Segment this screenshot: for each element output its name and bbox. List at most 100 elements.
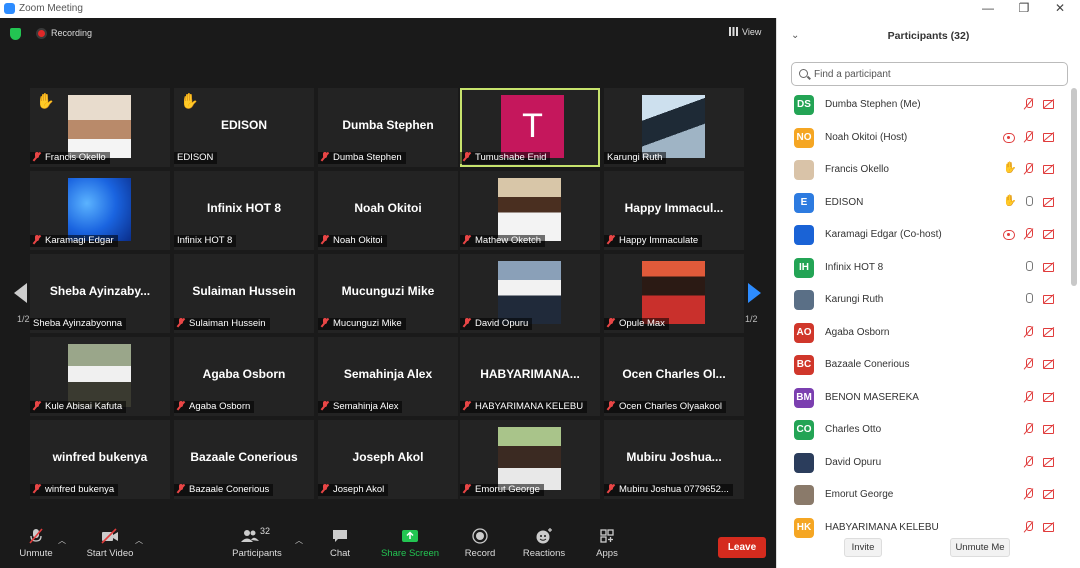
tile-name-label: Emorut George <box>460 484 544 496</box>
video-tile[interactable]: HABYARIMANA... HABYARIMANA KELEBU <box>460 337 600 416</box>
participant-name: HABYARIMANA KELEBU <box>825 521 939 533</box>
tile-name-label: Kule Abisai Kafuta <box>30 401 127 413</box>
participant-row[interactable]: CO Charles Otto <box>791 413 1061 445</box>
invite-button[interactable]: Invite <box>844 538 882 557</box>
search-icon <box>799 69 808 78</box>
video-tile[interactable]: Happy Immacul... Happy Immaculate <box>604 171 744 250</box>
record-button[interactable]: Record <box>464 528 496 559</box>
close-button[interactable]: ✕ <box>1050 1 1070 15</box>
video-tile[interactable]: Infinix HOT 8 Infinix HOT 8 <box>174 171 314 250</box>
video-tile[interactable]: Kule Abisai Kafuta <box>30 337 170 416</box>
tile-name-label: Sulaiman Hussein <box>174 318 270 330</box>
tile-name-text: winfred bukenya <box>45 484 115 495</box>
video-tile[interactable]: Bazaale Conerious Bazaale Conerious <box>174 420 314 499</box>
participant-row[interactable]: HK HABYARIMANA KELEBU <box>791 511 1061 543</box>
video-tile[interactable]: Semahinja Alex Semahinja Alex <box>318 337 458 416</box>
next-page-arrow-icon[interactable] <box>748 283 761 303</box>
video-tile[interactable]: ✋ Francis Okello <box>30 88 170 167</box>
video-tile[interactable]: Ocen Charles Ol... Ocen Charles Olyaakool <box>604 337 744 416</box>
video-tile[interactable]: Karungi Ruth <box>604 88 744 167</box>
participant-name: Bazaale Conerious <box>825 359 910 370</box>
participant-video-image <box>498 427 561 490</box>
muted-mic-icon <box>1023 520 1035 533</box>
leave-button[interactable]: Leave <box>718 537 766 558</box>
tile-name-label: David Opuru <box>460 318 533 330</box>
start-video-button[interactable]: Start Video <box>84 528 136 559</box>
muted-mic-icon <box>33 401 41 410</box>
muted-mic-icon <box>607 401 615 410</box>
video-tile[interactable]: Mathew Oketch <box>460 171 600 250</box>
tile-display-name: Ocen Charles Ol... <box>622 367 726 381</box>
participant-row[interactable]: E EDISON ✋ <box>791 186 1061 218</box>
raised-hand-icon: ✋ <box>1003 162 1017 174</box>
audio-options-caret-icon[interactable]: ︿ <box>58 535 66 546</box>
unmute-button[interactable]: Unmute <box>14 528 58 559</box>
participant-row[interactable]: BC Bazaale Conerious <box>791 348 1061 380</box>
video-tile[interactable]: T Tumushabe Enid <box>460 88 600 167</box>
unmute-label: Unmute <box>19 548 53 559</box>
unmute-me-button[interactable]: Unmute Me <box>950 538 1010 557</box>
security-shield-icon[interactable] <box>10 28 21 40</box>
participant-name: Infinix HOT 8 <box>825 261 884 273</box>
video-tile[interactable]: Karamagi Edgar <box>30 171 170 250</box>
participant-row[interactable]: BM BENON MASEREKA <box>791 381 1061 413</box>
participant-row[interactable]: David Opuru <box>791 446 1061 478</box>
video-tile[interactable]: Joseph Akol Joseph Akol <box>318 420 458 499</box>
video-tile[interactable]: EDISON ✋ EDISON <box>174 88 314 167</box>
video-tile[interactable]: Noah Okitoi Noah Okitoi <box>318 171 458 250</box>
participant-video-image <box>642 95 705 158</box>
video-tile[interactable]: Mucunguzi Mike Mucunguzi Mike <box>318 254 458 333</box>
tile-name-text: EDISON <box>177 152 214 163</box>
video-off-icon <box>1043 98 1055 110</box>
participant-name: Emorut George <box>825 489 894 500</box>
minimize-button[interactable]: — <box>978 1 998 15</box>
participant-row[interactable]: DS Dumba Stephen (Me) <box>791 88 1061 120</box>
share-screen-button[interactable]: Share Screen <box>380 528 440 559</box>
view-button[interactable]: View <box>729 27 761 37</box>
participant-row[interactable]: NO Noah Okitoi (Host) <box>791 121 1061 153</box>
participant-row[interactable]: Emorut George <box>791 478 1061 510</box>
participant-avatar: E <box>794 192 814 213</box>
reactions-smiley-icon <box>536 528 552 544</box>
participant-row[interactable]: Karungi Ruth <box>791 283 1061 315</box>
participant-name: Karamagi Edgar (Co-host) <box>825 229 942 240</box>
participant-row[interactable]: AO Agaba Osborn <box>791 316 1061 348</box>
view-label: View <box>742 27 762 37</box>
video-tile[interactable]: winfred bukenya winfred bukenya <box>30 420 170 499</box>
chat-button[interactable]: Chat <box>326 528 354 559</box>
video-tile[interactable]: Opule Max <box>604 254 744 333</box>
tile-display-name: Semahinja Alex <box>343 367 433 381</box>
tile-display-name: Noah Okitoi <box>354 201 422 215</box>
video-tile[interactable]: Dumba Stephen Dumba Stephen <box>318 88 458 167</box>
muted-mic-icon <box>1023 423 1035 435</box>
apps-button[interactable]: Apps <box>594 528 620 559</box>
muted-mic-icon <box>321 401 329 410</box>
participant-video-image <box>642 261 705 324</box>
restore-button[interactable]: ❐ <box>1014 1 1034 15</box>
tile-display-name: Bazaale Conerious <box>190 450 298 464</box>
muted-mic-icon <box>29 528 43 544</box>
video-tile[interactable]: Sulaiman Hussein Sulaiman Hussein <box>174 254 314 333</box>
participants-options-caret-icon[interactable]: ︿ <box>295 535 303 546</box>
reactions-button[interactable]: Reactions <box>522 528 566 559</box>
participant-list-scrollbar[interactable] <box>1071 88 1077 286</box>
previous-page-arrow-icon[interactable] <box>14 283 27 303</box>
tile-name-label: Agaba Osborn <box>174 401 255 413</box>
video-options-caret-icon[interactable]: ︿ <box>135 535 143 546</box>
video-tile[interactable]: Sheba Ayinzaby... Sheba Ayinzabyonna <box>30 254 170 333</box>
video-off-icon <box>1043 261 1055 273</box>
participant-row[interactable]: Karamagi Edgar (Co-host) <box>791 218 1061 250</box>
participants-button[interactable]: 32 Participants <box>230 526 284 559</box>
muted-mic-icon <box>33 235 41 244</box>
video-tile[interactable]: Mubiru Joshua... Mubiru Joshua 0779652... <box>604 420 744 499</box>
participant-search-input[interactable] <box>814 66 1054 82</box>
video-tile[interactable]: Agaba Osborn Agaba Osborn <box>174 337 314 416</box>
video-tile[interactable]: David Opuru <box>460 254 600 333</box>
chat-label: Chat <box>329 548 351 559</box>
participant-row[interactable]: IH Infinix HOT 8 <box>791 251 1061 283</box>
tile-name-text: Bazaale Conerious <box>189 484 270 495</box>
video-tile[interactable]: Emorut George <box>460 420 600 499</box>
participant-row[interactable]: Francis Okello ✋ <box>791 153 1061 185</box>
share-screen-label: Share Screen <box>380 548 440 559</box>
tile-name-label: Mucunguzi Mike <box>318 318 406 330</box>
